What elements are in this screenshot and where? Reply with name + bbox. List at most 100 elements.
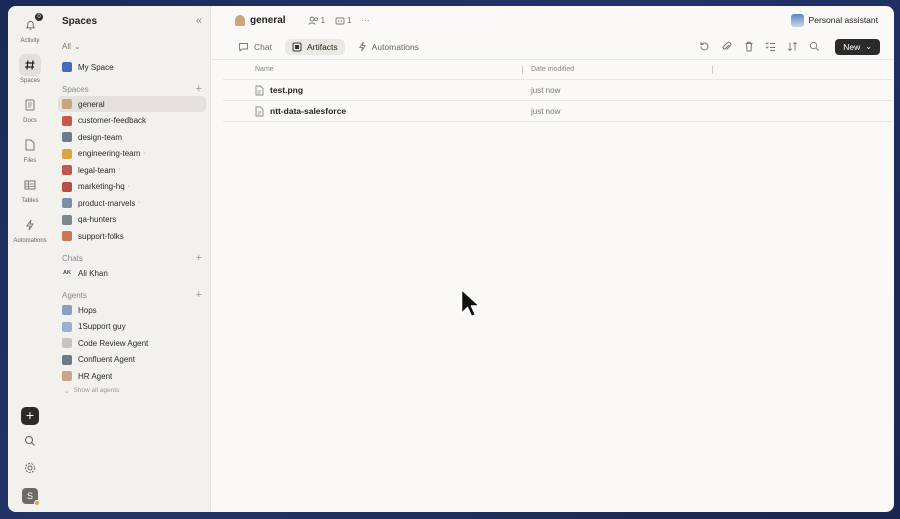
sidebar-item-chat[interactable]: AK Ali Khan xyxy=(58,265,206,281)
sidebar-item-space[interactable]: design-team xyxy=(58,129,206,145)
sidebar-item-space[interactable]: marketing-hq ◦ xyxy=(58,179,206,195)
rail-item-tables[interactable]: Tables xyxy=(8,174,52,204)
column-resizer[interactable] xyxy=(712,66,713,74)
rail-item-automations[interactable]: Automations xyxy=(8,214,52,244)
sidebar-item-space[interactable]: qa-hunters xyxy=(58,212,206,228)
agent-avatar xyxy=(62,305,72,315)
rail-label: Tables xyxy=(21,198,39,204)
table-body: test.png just now ntt-data-salesforce just … xyxy=(223,80,892,122)
cell-name: ntt-data-salesforce xyxy=(223,106,523,117)
agents-list: Hops 1Support guy Code Review Agent Conflue… xyxy=(58,302,206,384)
sidebar-item-space[interactable]: support-folks xyxy=(58,228,206,244)
sidebar-item-label: customer-feedback xyxy=(78,116,147,125)
table-row[interactable]: ntt-data-salesforce just now xyxy=(223,101,892,122)
bots-count[interactable]: 1 xyxy=(335,16,351,25)
sort-icon[interactable] xyxy=(787,41,798,52)
activity-badge: 0 xyxy=(34,12,44,22)
sidebar-item-agent[interactable]: 1Support guy xyxy=(58,319,206,335)
sidebar-item-label: Ali Khan xyxy=(78,268,108,278)
sidebar-item-label: Hops xyxy=(78,305,97,315)
user-avatar[interactable]: S xyxy=(22,488,40,506)
sidebar-item-agent[interactable]: HR Agent xyxy=(58,368,206,384)
chevron-down-icon: ⌄ xyxy=(73,42,81,51)
gear-icon[interactable] xyxy=(24,461,36,479)
app-window: 0 Activity Spaces Docs Files Tables Auto… xyxy=(8,6,894,512)
column-date-label: Date modified xyxy=(531,66,575,73)
sidebar-item-space[interactable]: general xyxy=(58,96,206,112)
doc-icon xyxy=(19,94,41,116)
space-icon xyxy=(62,198,72,208)
tab-label: Automations xyxy=(371,41,419,52)
rail-item-files[interactable]: Files xyxy=(8,134,52,164)
sidebar-item-label: general xyxy=(78,99,105,109)
sidebar-item-label: support-folks xyxy=(78,231,124,241)
space-icon xyxy=(62,99,72,109)
globe-icon xyxy=(62,62,72,72)
lock-icon: ◦ xyxy=(138,200,141,206)
sidebar-item-label: Code Review Agent xyxy=(78,338,149,348)
filter-dropdown[interactable]: All ⌄ xyxy=(58,42,206,51)
file-icon xyxy=(255,106,264,116)
paperclip-icon[interactable] xyxy=(721,41,732,52)
sidebar-item-space[interactable]: product-marvels ◦ xyxy=(58,195,206,211)
rail-item-spaces[interactable]: Spaces xyxy=(8,54,52,84)
file-icon xyxy=(19,134,41,156)
assistant-button[interactable]: Personal assistant xyxy=(790,13,878,27)
show-all-agents[interactable]: ⌄ Show all agents xyxy=(58,385,206,397)
members-count[interactable]: 1 xyxy=(307,16,325,25)
column-date[interactable]: Date modified xyxy=(523,66,713,74)
checklist-icon[interactable] xyxy=(765,41,776,52)
spaces-section-header: Spaces + xyxy=(58,82,206,96)
sidebar-item-agent[interactable]: Hops xyxy=(58,302,206,318)
bell-icon: 0 xyxy=(19,12,44,36)
tab-artifacts[interactable]: Artifacts xyxy=(284,38,345,55)
column-name[interactable]: Name xyxy=(223,66,523,74)
sidebar-item-agent[interactable]: Confluent Agent xyxy=(58,352,206,368)
sidebar-item-space[interactable]: legal-team ◦ xyxy=(58,162,206,178)
search-icon[interactable] xyxy=(24,434,36,452)
tab-label: Artifacts xyxy=(306,41,338,52)
file-name: test.png xyxy=(270,85,304,95)
space-icon xyxy=(235,14,245,26)
rail-item-docs[interactable]: Docs xyxy=(8,94,52,124)
chat-avatar: AK xyxy=(63,270,71,276)
file-icon xyxy=(255,85,264,95)
agents-section-header: Agents + xyxy=(58,288,206,302)
table-row[interactable]: test.png just now xyxy=(223,80,892,101)
cell-name: test.png xyxy=(223,85,523,96)
new-button[interactable]: New ⌄ xyxy=(835,38,880,55)
rail-label: Activity xyxy=(20,38,40,44)
refresh-icon[interactable] xyxy=(699,41,710,52)
chevron-down-icon: ⌄ xyxy=(64,387,70,395)
file-name: ntt-data-salesforce xyxy=(270,106,347,116)
sidebar-item-label: 1Support guy xyxy=(78,322,126,331)
collapse-icon[interactable]: « xyxy=(196,15,202,27)
tab-chat[interactable]: Chat xyxy=(231,39,279,55)
cell-date: just now xyxy=(531,85,561,95)
space-icon xyxy=(62,231,72,241)
more-options[interactable]: ··· xyxy=(361,16,369,25)
rail-label: Automations xyxy=(13,238,47,244)
sidebar-item-space[interactable]: engineering-team ◦ xyxy=(58,146,206,162)
agent-avatar xyxy=(62,338,72,348)
create-button[interactable]: + xyxy=(21,407,39,425)
space-meta: 1 1 ··· xyxy=(307,16,369,25)
add-agent-icon[interactable]: + xyxy=(196,289,202,301)
new-button-label: New xyxy=(843,41,861,52)
trash-icon[interactable] xyxy=(743,41,754,52)
avatar-initial: S xyxy=(26,491,33,501)
chats-section-header: Chats + xyxy=(58,251,206,265)
sidebar-item-agent[interactable]: Code Review Agent xyxy=(58,335,206,351)
add-space-icon[interactable]: + xyxy=(196,83,202,95)
search-icon[interactable] xyxy=(809,41,820,52)
table-icon xyxy=(19,174,41,196)
agent-avatar xyxy=(62,371,72,381)
rail-label: Spaces xyxy=(19,78,40,84)
tab-automations[interactable]: Automations xyxy=(351,39,426,55)
rail-item-activity[interactable]: 0 Activity xyxy=(8,12,52,44)
space-icon xyxy=(62,148,72,159)
section-label: Spaces xyxy=(62,84,89,94)
sidebar-item-space[interactable]: customer-feedback xyxy=(58,113,206,129)
sidebar-item-my-space[interactable]: My Space xyxy=(58,59,206,75)
add-chat-icon[interactable]: + xyxy=(196,252,202,264)
